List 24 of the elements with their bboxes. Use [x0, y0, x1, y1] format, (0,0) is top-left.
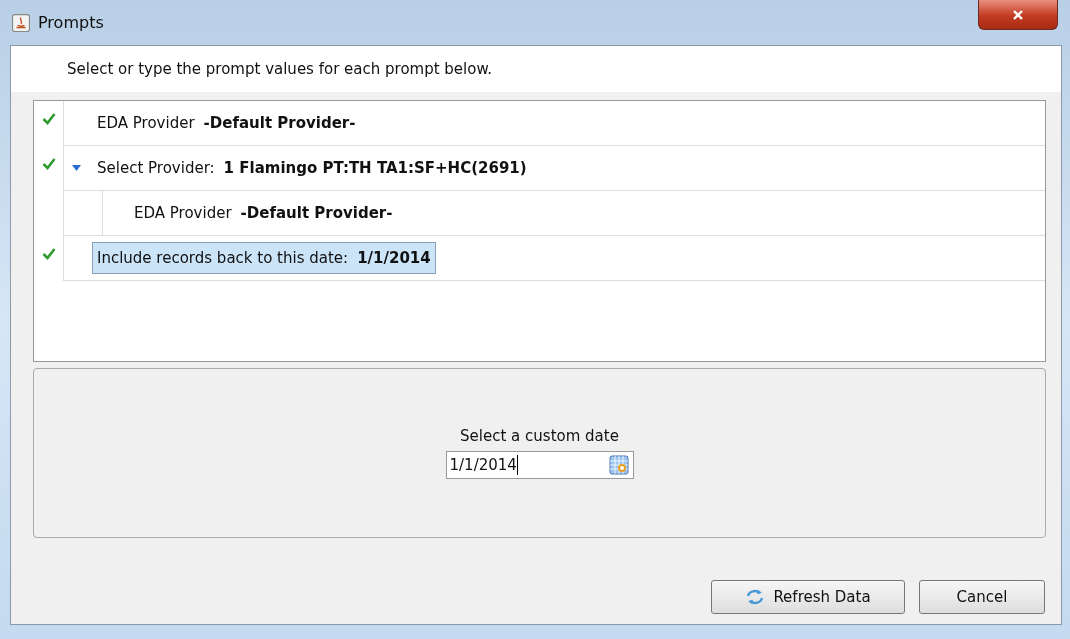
prompt-item[interactable]: Select Provider: 1 Flamingo PT:TH TA1:SF+HC(2691) [92, 152, 532, 184]
prompt-label: EDA Provider [97, 114, 195, 132]
prompt-value: -Default Provider- [240, 204, 393, 222]
close-icon [1011, 8, 1025, 21]
expand-arrow-icon[interactable] [72, 165, 81, 171]
prompt-label: Include records back to this date: [97, 249, 349, 267]
prompt-value: -Default Provider- [203, 114, 356, 132]
refresh-icon [745, 588, 766, 606]
calendar-icon[interactable] [608, 455, 629, 475]
close-button[interactable] [978, 0, 1058, 30]
prompt-item[interactable]: Include records back to this date: 1/1/2014 [92, 242, 436, 274]
prompt-label: Select Provider: [97, 159, 215, 177]
date-field[interactable]: 1/1/2014 [445, 451, 634, 479]
instruction-text: Select or type the prompt values for each prompt below. [11, 46, 1061, 92]
prompt-item[interactable]: EDA Provider -Default Provider- [129, 197, 398, 229]
dialog-button[interactable]: Cancel [919, 580, 1045, 614]
prompt-label: EDA Provider [134, 204, 232, 222]
window-title: Prompts [38, 13, 104, 32]
date-label: Select a custom date [460, 427, 619, 445]
dialog-button[interactable]: Refresh Data [711, 580, 905, 614]
prompt-value: 1 Flamingo PT:TH TA1:SF+HC(2691) [223, 159, 527, 177]
app-icon [12, 13, 30, 32]
prompt-value: 1/1/2014 [357, 249, 431, 267]
prompt-item[interactable]: EDA Provider -Default Provider- [92, 107, 361, 139]
